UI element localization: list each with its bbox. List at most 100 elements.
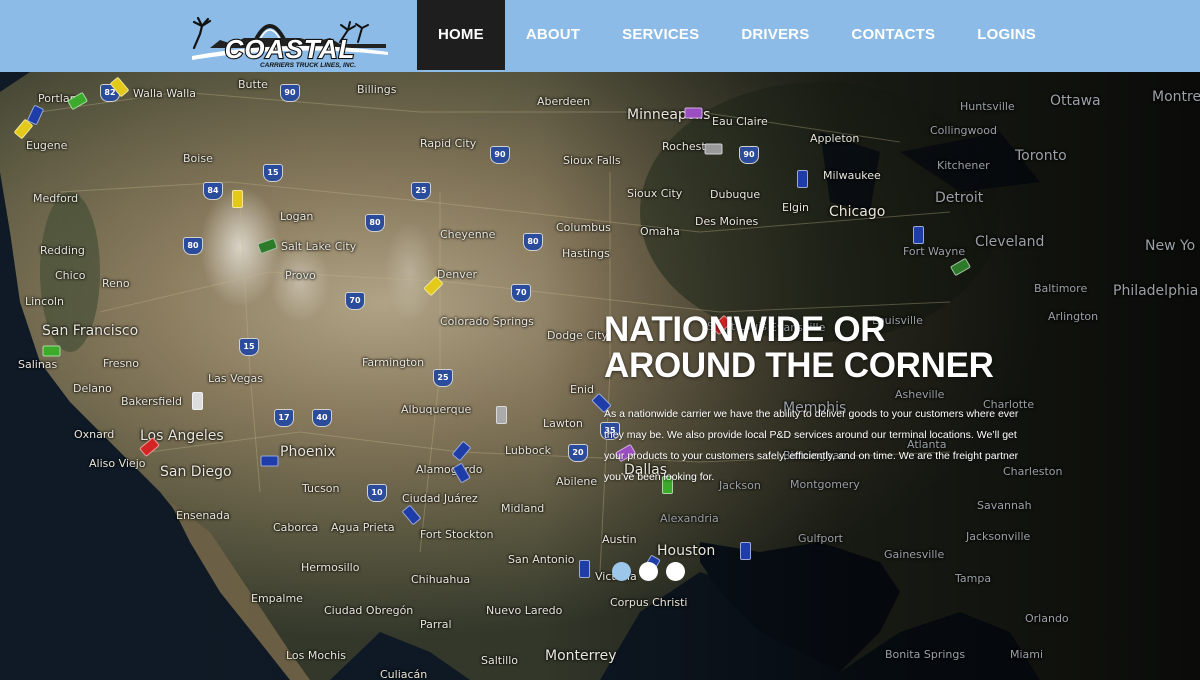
hero-headline-line2: AROUND THE CORNER [604, 346, 994, 385]
map-label: Aliso Viejo [89, 457, 146, 470]
map-label: Bakersfield [121, 395, 183, 408]
map-label: Las Vegas [208, 372, 263, 385]
map-label: Austin [602, 533, 637, 546]
map-label: Boise [183, 152, 213, 165]
highway-shield-icon: 80 [183, 237, 203, 255]
map-label: Reno [102, 277, 130, 290]
map-label: Kitchener [937, 159, 990, 172]
map-label: Redding [40, 244, 85, 257]
map-label: San Diego [160, 464, 232, 480]
slide-dot-1[interactable] [612, 562, 631, 581]
highway-shield-icon: 70 [511, 284, 531, 302]
map-label: Culiacán [380, 668, 428, 680]
map-label: Oxnard [74, 428, 115, 441]
map-label: Appleton [810, 132, 860, 145]
hero-headline: NATIONWIDE OR AROUND THE CORNER [604, 312, 1044, 384]
coastal-logo[interactable]: COASTAL CARRIERS TRUCK LINES, INC. [190, 8, 390, 70]
map-label: Lincoln [25, 295, 64, 308]
map-label: Gulfport [798, 532, 843, 545]
truck-marker-icon [42, 345, 61, 357]
map-label: Sioux Falls [563, 154, 621, 167]
map-label: Columbus [556, 221, 611, 234]
slide-dot-3[interactable] [666, 562, 685, 581]
highway-shield-icon: 10 [367, 484, 387, 502]
map-label: Eau Claire [712, 115, 768, 128]
nav-about[interactable]: ABOUT [505, 0, 601, 70]
map-label: Tampa [955, 572, 992, 585]
svg-text:COASTAL: COASTAL [225, 34, 356, 64]
map-label: Billings [357, 83, 397, 96]
svg-text:CARRIERS TRUCK LINES, INC.: CARRIERS TRUCK LINES, INC. [260, 62, 356, 69]
map-label: New Yo [1145, 238, 1196, 254]
map-label: Denver [437, 268, 478, 281]
map-label: Phoenix [280, 444, 336, 460]
nav-drivers[interactable]: DRIVERS [720, 0, 830, 70]
map-label: Philadelphia [1113, 283, 1199, 299]
map-label: Baltimore [1034, 282, 1088, 295]
slide-dot-2[interactable] [639, 562, 658, 581]
highway-shield-icon: 25 [411, 182, 431, 200]
truck-marker-icon [704, 143, 723, 155]
map-label: Eugene [26, 139, 68, 152]
map-label: Abilene [556, 475, 598, 488]
map-label: Milwaukee [823, 169, 881, 182]
map-label: San Antonio [508, 553, 575, 566]
map-label: Omaha [640, 225, 680, 238]
map-label: Corpus Christi [610, 596, 688, 609]
nav-contacts[interactable]: CONTACTS [830, 0, 956, 70]
map-label: Sioux City [627, 187, 683, 200]
map-label: Collingwood [930, 124, 997, 137]
map-label: Arlington [1048, 310, 1099, 323]
map-label: Orlando [1025, 612, 1069, 625]
highway-shield-icon: 90 [490, 146, 510, 164]
map-label: Fort Stockton [420, 528, 494, 541]
hero-body-text: As a nationwide carrier we have the abil… [604, 408, 1019, 483]
map-label: Salt Lake City [281, 240, 357, 253]
map-label: Logan [280, 210, 314, 223]
map-label: Miami [1010, 648, 1044, 661]
map-label: Farmington [362, 356, 425, 369]
truck-marker-icon [579, 560, 590, 578]
map-label: Midland [501, 502, 545, 515]
map-label: Gainesville [884, 548, 945, 561]
map-label: Fort Wayne [903, 245, 966, 258]
highway-shield-icon: 90 [739, 146, 759, 164]
map-label: Rapid City [420, 137, 477, 150]
highway-shield-icon: 15 [263, 164, 283, 182]
highway-shield-icon: 90 [280, 84, 300, 102]
map-label: Delano [73, 382, 112, 395]
map-label: Toronto [1015, 148, 1067, 164]
highway-shield-icon: 80 [365, 214, 385, 232]
highway-shield-icon: 20 [568, 444, 588, 462]
map-label: Hermosillo [301, 561, 360, 574]
highway-shield-icon: 40 [312, 409, 332, 427]
map-label: Salinas [18, 358, 58, 371]
truck-marker-icon [192, 392, 203, 410]
map-label: Saltillo [481, 654, 518, 667]
truck-marker-icon [797, 170, 808, 188]
truck-marker-icon [740, 542, 751, 560]
map-label: Savannah [977, 499, 1032, 512]
hero-slider: Portland Walla Walla Butte Billings Aber… [0, 72, 1200, 680]
nav-home[interactable]: HOME [417, 0, 505, 70]
nav-logins[interactable]: LOGINS [956, 0, 1057, 70]
map-label: Huntsville [960, 100, 1015, 113]
map-label: Aberdeen [537, 95, 591, 108]
map-label: Monterrey [545, 648, 617, 664]
map-label: Detroit [935, 190, 984, 206]
map-label: Lubbock [505, 444, 552, 457]
map-label: Hastings [562, 247, 610, 260]
map-label: Montre [1152, 89, 1200, 105]
hero-headline-line1: NATIONWIDE OR [604, 310, 886, 349]
map-label: Cleveland [975, 234, 1045, 250]
map-label: Asheville [895, 388, 945, 401]
map-label: Parral [420, 618, 452, 631]
nav-services[interactable]: SERVICES [601, 0, 720, 70]
highway-shield-icon: 15 [239, 338, 259, 356]
map-label: Bonita Springs [885, 648, 966, 661]
truck-marker-icon [260, 455, 279, 467]
map-label: Caborca [273, 521, 319, 534]
highway-shield-icon: 70 [345, 292, 365, 310]
map-label: Fresno [103, 357, 140, 370]
map-label: Nuevo Laredo [486, 604, 563, 617]
